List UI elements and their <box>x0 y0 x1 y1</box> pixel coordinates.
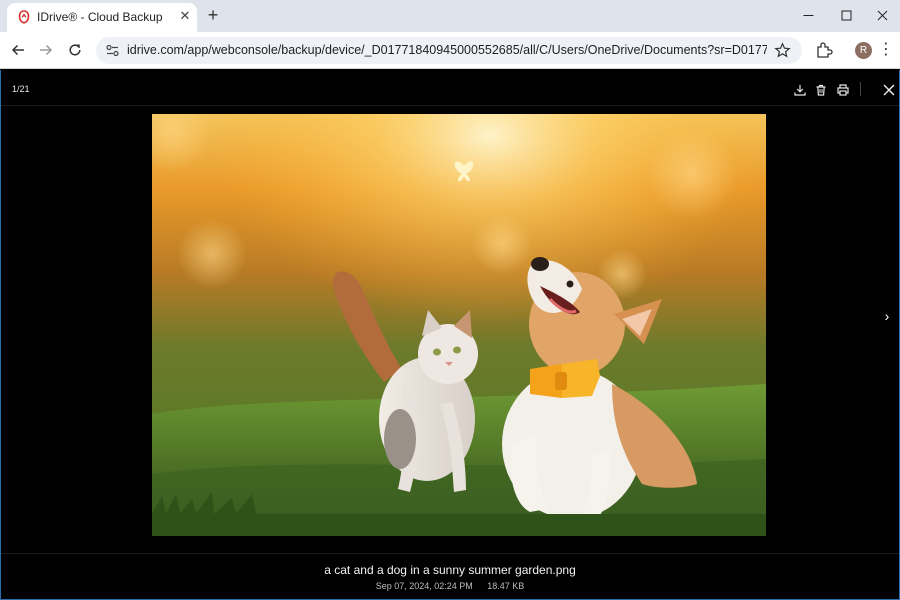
file-date: Sep 07, 2024, 02:24 PM <box>375 581 473 591</box>
file-size: 18.47 KB <box>487 581 525 591</box>
image-counter: 1/21 <box>12 84 30 94</box>
window-close-icon[interactable] <box>864 0 900 30</box>
file-name: a cat and a dog in a sunny summer garden… <box>324 563 576 577</box>
viewer-footer: a cat and a dog in a sunny summer garden… <box>1 553 899 599</box>
browser-menu-icon[interactable]: ⋮ <box>878 41 894 59</box>
browser-titlebar: IDrive® - Cloud Backup ✕ + <box>0 0 900 32</box>
forward-icon[interactable] <box>36 40 56 60</box>
browser-toolbar: idrive.com/app/webconsole/backup/device/… <box>0 32 900 69</box>
close-viewer-icon[interactable] <box>882 83 896 97</box>
url-text[interactable]: idrive.com/app/webconsole/backup/device/… <box>127 43 767 57</box>
print-icon[interactable] <box>836 83 850 97</box>
image-viewer: 1/21 › a cat and a dog in a sunny summer… <box>0 70 900 600</box>
tab-title: IDrive® - Cloud Backup <box>37 10 163 24</box>
site-settings-icon[interactable] <box>105 43 120 58</box>
preview-image <box>152 114 766 536</box>
bookmark-star-icon[interactable] <box>774 42 791 59</box>
reload-icon[interactable] <box>65 40 85 60</box>
download-icon[interactable] <box>793 83 807 97</box>
extensions-icon[interactable] <box>815 41 833 59</box>
toolbar-divider <box>860 82 861 96</box>
browser-tab[interactable]: IDrive® - Cloud Backup ✕ <box>7 3 197 32</box>
idrive-logo-icon <box>18 10 30 24</box>
minimize-icon[interactable] <box>790 0 826 30</box>
maximize-icon[interactable] <box>828 0 864 30</box>
profile-avatar[interactable]: R <box>855 42 872 59</box>
viewer-header: 1/21 <box>1 70 899 106</box>
back-icon[interactable] <box>8 40 28 60</box>
address-bar[interactable]: idrive.com/app/webconsole/backup/device/… <box>96 37 802 64</box>
tab-close-icon[interactable]: ✕ <box>178 9 192 23</box>
file-meta: Sep 07, 2024, 02:24 PM 18.47 KB <box>1 581 899 591</box>
delete-icon[interactable] <box>814 83 828 97</box>
next-image-button[interactable]: › <box>881 308 893 324</box>
new-tab-button[interactable]: + <box>204 6 222 24</box>
